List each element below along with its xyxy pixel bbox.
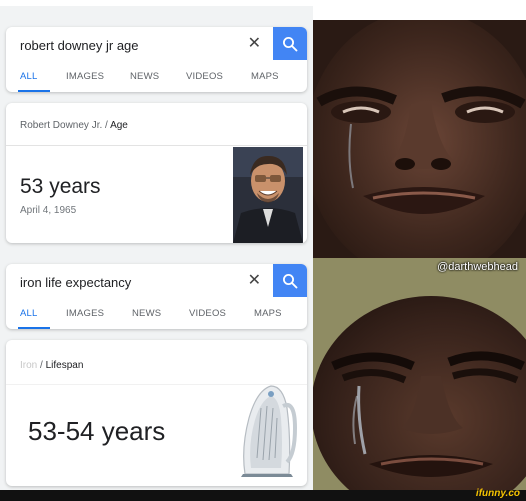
tab-maps[interactable]: MAPS xyxy=(251,71,279,82)
close-icon[interactable]: ✕ xyxy=(248,272,261,290)
person-photo[interactable] xyxy=(233,147,303,243)
search-icon xyxy=(283,36,298,51)
divider xyxy=(6,145,307,146)
tab-videos[interactable]: VIDEOS xyxy=(189,308,226,319)
tab-news[interactable]: NEWS xyxy=(130,71,159,82)
age-answer-card: Robert Downey Jr. / Age 53 years April 4… xyxy=(6,103,307,243)
clothes-iron-image[interactable] xyxy=(231,378,301,478)
search-button[interactable] xyxy=(273,264,307,297)
search-button[interactable] xyxy=(273,27,307,60)
age-value: 53 years xyxy=(20,175,101,198)
footer-bar: ifunny.co xyxy=(0,488,526,501)
entity-link[interactable]: Robert Downey Jr. xyxy=(20,120,102,131)
bottom-search-panel: iron life expectancy ✕ ALL IMAGES NEWS V… xyxy=(0,258,313,490)
tab-all[interactable]: ALL xyxy=(20,71,38,82)
bottom-search-card: iron life expectancy ✕ ALL IMAGES NEWS V… xyxy=(6,264,307,329)
site-logo[interactable]: ifunny.co xyxy=(476,488,520,499)
close-icon[interactable]: ✕ xyxy=(248,35,261,53)
top-search-tabs: ALL IMAGES NEWS VIDEOS MAPS xyxy=(6,65,307,92)
top-search-panel: robert downey jr age ✕ ALL IMAGES NEWS V… xyxy=(0,6,313,258)
active-tab-indicator xyxy=(18,90,50,92)
crying-face-bottom: @darthwebhead xyxy=(313,258,526,490)
tab-videos[interactable]: VIDEOS xyxy=(186,71,223,82)
crying-face-top xyxy=(313,20,526,258)
entity-link[interactable]: Iron xyxy=(20,360,37,371)
attribute-label: Age xyxy=(110,120,128,131)
active-tab-indicator xyxy=(18,327,50,329)
tab-news[interactable]: NEWS xyxy=(132,308,161,319)
top-search-query[interactable]: robert downey jr age xyxy=(20,38,139,53)
bottom-search-query[interactable]: iron life expectancy xyxy=(20,275,131,290)
answer-breadcrumb: Iron / Lifespan xyxy=(20,360,84,371)
tab-maps[interactable]: MAPS xyxy=(254,308,282,319)
birth-date: April 4, 1965 xyxy=(20,205,77,216)
tab-images[interactable]: IMAGES xyxy=(66,308,104,319)
tab-all[interactable]: ALL xyxy=(20,308,38,319)
attribute-label: Lifespan xyxy=(45,360,84,371)
lifespan-answer-card: Iron / Lifespan 53-54 years xyxy=(6,340,307,486)
top-search-card: robert downey jr age ✕ ALL IMAGES NEWS V… xyxy=(6,27,307,92)
tab-images[interactable]: IMAGES xyxy=(66,71,104,82)
lifespan-value: 53-54 years xyxy=(28,416,166,446)
search-icon xyxy=(283,273,298,288)
bottom-search-tabs: ALL IMAGES NEWS VIDEOS MAPS xyxy=(6,302,307,329)
watermark: @darthwebhead xyxy=(437,261,518,273)
answer-breadcrumb: Robert Downey Jr. / Age xyxy=(20,120,128,131)
